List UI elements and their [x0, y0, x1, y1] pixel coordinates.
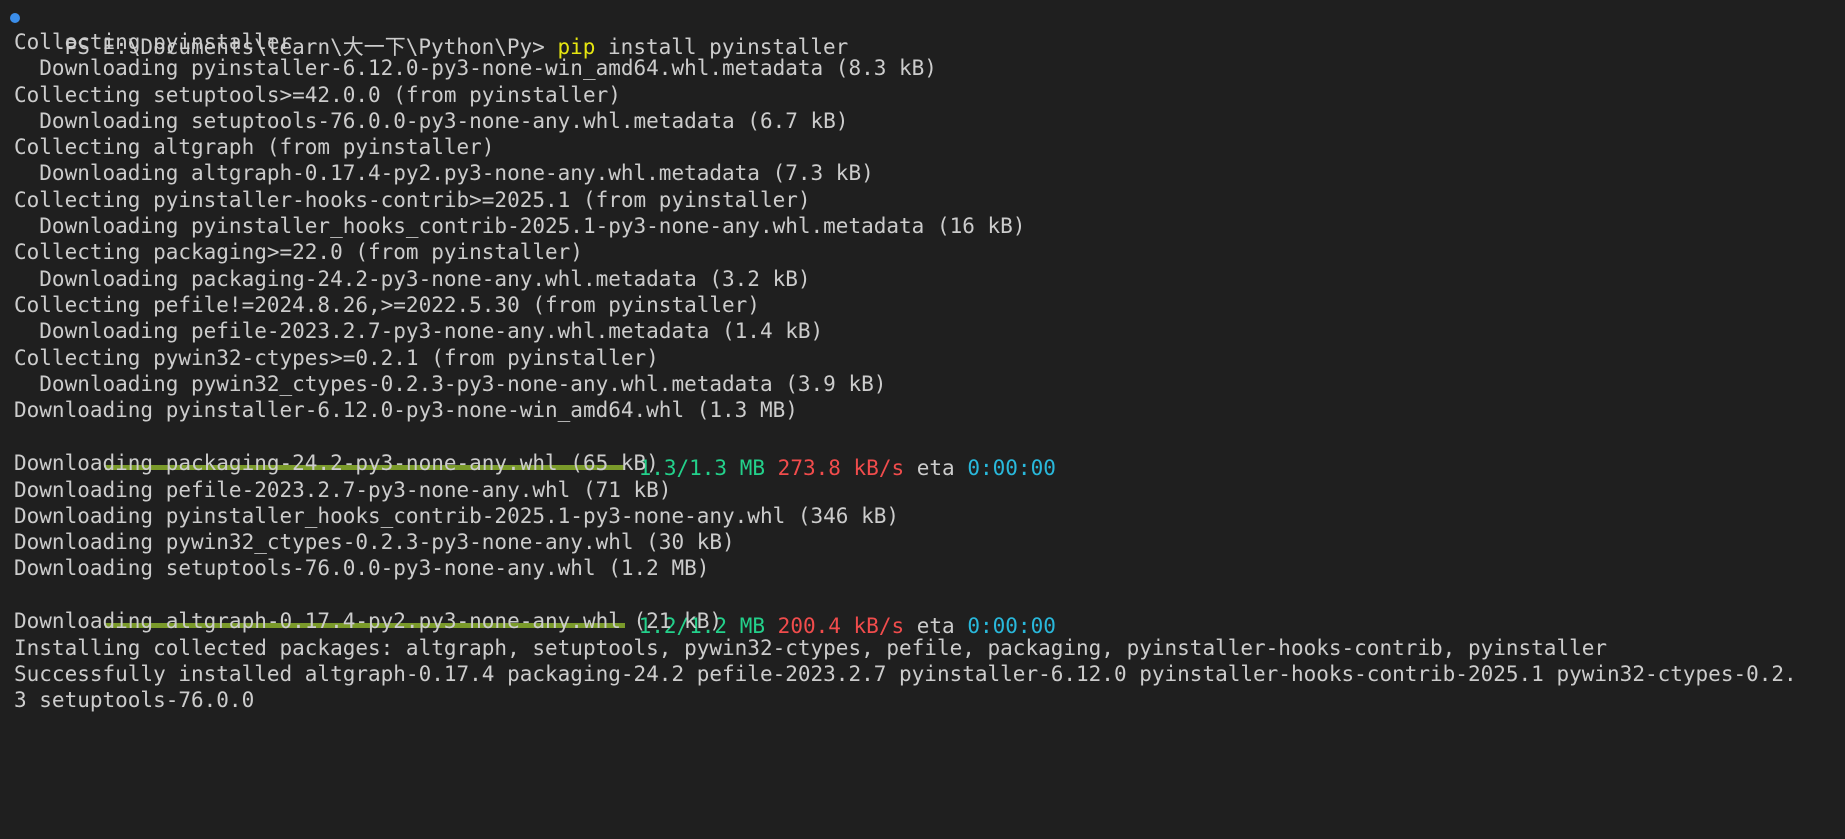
output-line: Successfully installed altgraph-0.17.4 p… [14, 662, 1797, 686]
command-status-icon[interactable] [10, 13, 20, 23]
output-line: 3 setuptools-76.0.0 [14, 688, 255, 712]
terminal-output[interactable]: PS E:\Documents\learn\大一下\Python\Py> pip… [0, 0, 1845, 839]
progress-eta-label: eta [916, 456, 955, 480]
progress-speed: 273.8 kB/s [777, 456, 905, 480]
progress-eta: 0:00:00 [967, 456, 1056, 480]
